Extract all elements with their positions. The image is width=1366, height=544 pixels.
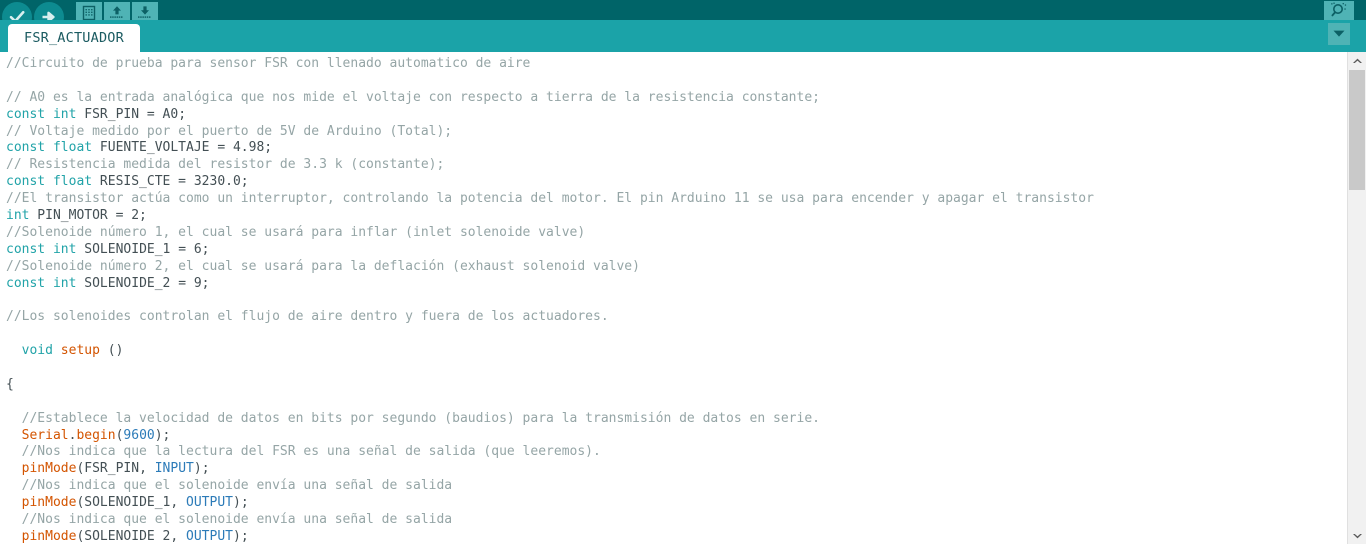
code-line: const int SOLENOIDE_2 = 9; — [6, 276, 1347, 293]
scrollbar-thumb[interactable] — [1349, 70, 1365, 190]
code-token: INPUT — [154, 461, 194, 477]
code-line: { — [6, 377, 1347, 394]
code-token: //El transistor actúa como un interrupto… — [6, 191, 1094, 207]
code-line: int PIN_MOTOR = 2; — [6, 208, 1347, 225]
code-token: ); — [233, 528, 249, 544]
code-line: Serial.begin(9600); — [6, 428, 1347, 445]
scroll-down-button[interactable] — [1348, 527, 1366, 544]
code-line: //Solenoide número 1, el cual se usará p… — [6, 225, 1347, 242]
code-line: // A0 es la entrada analógica que nos mi… — [6, 90, 1347, 107]
code-line: //Nos indica que la lectura del FSR es u… — [6, 444, 1347, 461]
code-line: //Nos indica que el solenoide envía una … — [6, 512, 1347, 529]
tab-menu-button[interactable] — [1328, 23, 1350, 45]
code-token: const int — [6, 106, 77, 122]
code-token: Serial — [21, 427, 69, 443]
arduino-ide-window: FSR_ACTUADOR //Circuito de prueba para s… — [0, 0, 1366, 544]
code-line: //Establece la velocidad de datos en bit… — [6, 411, 1347, 428]
chevron-up-icon — [1352, 52, 1363, 70]
code-token: void — [21, 343, 53, 359]
editor-vertical-scrollbar[interactable] — [1347, 52, 1366, 544]
save-icon — [136, 5, 154, 21]
toolbar-left-group — [0, 0, 158, 32]
chevron-down-icon — [1352, 527, 1363, 544]
code-token: //Nos indica que el solenoide envía una … — [6, 512, 453, 528]
code-token: { — [6, 376, 14, 392]
code-token: //Nos indica que el solenoide envía una … — [6, 478, 453, 494]
code-token: ); — [233, 495, 249, 511]
code-line: const float RESIS_CTE = 3230.0; — [6, 174, 1347, 191]
chevron-down-icon — [1332, 25, 1346, 43]
code-token: (FSR_PIN, — [76, 461, 155, 477]
code-editor[interactable]: //Circuito de prueba para sensor FSR con… — [0, 52, 1347, 544]
tab-bar: FSR_ACTUADOR — [0, 20, 1366, 52]
code-token: const int — [6, 241, 77, 257]
code-token: ); — [193, 461, 210, 477]
code-token: //Solenoide número 1, el cual se usará p… — [6, 224, 586, 240]
code-token: pinMode — [21, 461, 77, 477]
code-token: SOLENOIDE_1 = 6; — [76, 241, 210, 257]
code-token: pinMode — [21, 528, 77, 544]
code-line: void setup () — [6, 343, 1347, 360]
code-token: 9600 — [123, 427, 155, 443]
code-token: ); — [154, 427, 171, 443]
code-token: begin — [76, 427, 116, 443]
code-token: int — [6, 208, 30, 224]
code-line: pinMode(SOLENOIDE 2, OUTPUT); — [6, 529, 1347, 544]
code-token: // Resistencia medida del resistor de 3.… — [6, 157, 445, 173]
code-token: (SOLENOIDE 2, — [76, 528, 187, 544]
code-token: FSR_PIN = A0; — [76, 106, 187, 122]
code-token: pinMode — [21, 495, 77, 511]
code-line: //Solenoide número 2, el cual se usará p… — [6, 259, 1347, 276]
code-token: SOLENOIDE_2 = 9; — [76, 275, 210, 291]
code-token: // Voltaje medido por el puerto de 5V de… — [6, 123, 453, 139]
code-line: //El transistor actúa como un interrupto… — [6, 191, 1347, 208]
toolbar-right-group — [1324, 0, 1354, 23]
code-token: setup — [60, 343, 100, 359]
code-token: OUTPUT — [186, 495, 233, 511]
code-line: const int SOLENOIDE_1 = 6; — [6, 242, 1347, 259]
code-line: //Los solenoides controlan el flujo de a… — [6, 309, 1347, 326]
code-token: const float — [6, 140, 93, 156]
code-line: //Nos indica que el solenoide envía una … — [6, 478, 1347, 495]
code-token: const float — [6, 174, 93, 190]
code-token: OUTPUT — [186, 528, 233, 544]
code-line: pinMode(SOLENOIDE_1, OUTPUT); — [6, 495, 1347, 512]
code-line: const float FUENTE_VOLTAJE = 4.98; — [6, 140, 1347, 157]
code-line: //Circuito de prueba para sensor FSR con… — [6, 56, 1347, 73]
scroll-up-button[interactable] — [1348, 52, 1366, 69]
tab-fsr-actuador[interactable]: FSR_ACTUADOR — [8, 24, 140, 52]
open-folder-icon — [108, 5, 126, 21]
tab-label: FSR_ACTUADOR — [24, 30, 124, 46]
editor-area: //Circuito de prueba para sensor FSR con… — [0, 52, 1366, 544]
code-token: //Establece la velocidad de datos en bit… — [6, 410, 820, 426]
code-token: //Solenoide número 2, el cual se usará p… — [6, 258, 640, 274]
code-line: const int FSR_PIN = A0; — [6, 107, 1347, 124]
code-token: //Nos indica que la lectura del FSR es u… — [6, 444, 601, 460]
code-token: const int — [6, 275, 77, 291]
code-line: pinMode(FSR_PIN, INPUT); — [6, 461, 1347, 478]
new-file-icon — [81, 5, 97, 21]
code-line: // Resistencia medida del resistor de 3.… — [6, 157, 1347, 174]
toolbar — [0, 0, 1366, 32]
code-token: //Los solenoides controlan el flujo de a… — [6, 309, 609, 325]
code-token: () — [99, 343, 124, 359]
code-token: RESIS_CTE = 3230.0; — [92, 174, 249, 190]
code-token: //Circuito de prueba para sensor FSR con… — [6, 56, 531, 71]
code-token: PIN_MOTOR = 2; — [29, 208, 147, 224]
code-token: // A0 es la entrada analógica que nos mi… — [6, 89, 820, 105]
code-token: (SOLENOIDE_1, — [76, 495, 187, 511]
code-line: // Voltaje medido por el puerto de 5V de… — [6, 124, 1347, 141]
code-token: FUENTE_VOLTAJE = 4.98; — [92, 140, 273, 156]
